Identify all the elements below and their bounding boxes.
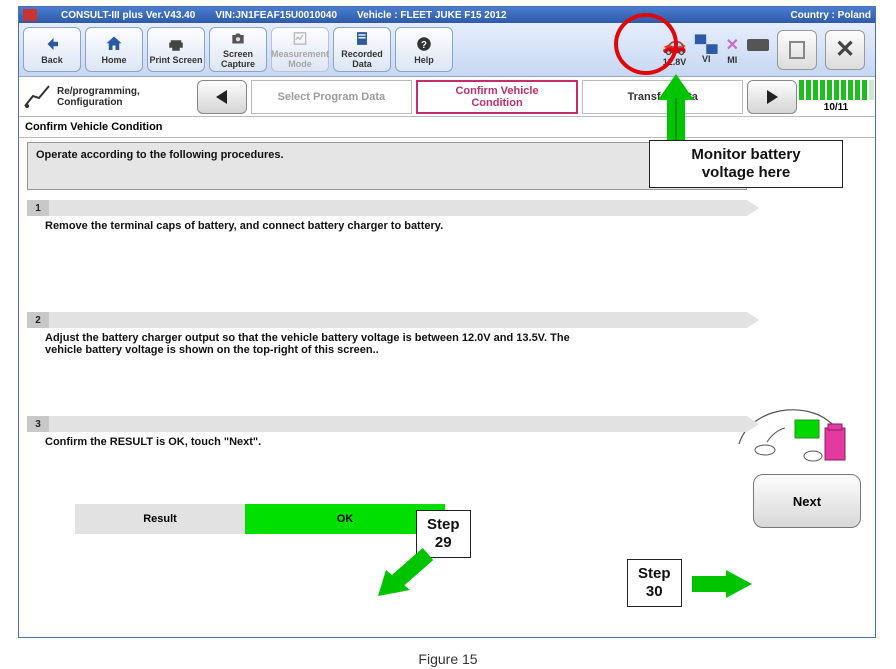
title-bar: CONSULT-III plus Ver.V43.40 VIN:JN1FEAF1…	[19, 7, 875, 23]
annotation-step-29-text: Step 29	[427, 516, 460, 551]
toolbar-square-button[interactable]	[777, 30, 817, 70]
home-label: Home	[101, 55, 126, 65]
step-2: 2 Adjust the battery charger output so t…	[27, 312, 747, 356]
measure-label: Measurement Mode	[271, 49, 329, 69]
help-icon: ?	[414, 35, 434, 53]
workflow-root: Re/programming, Configuration	[23, 84, 193, 110]
help-button[interactable]: ? Help	[395, 27, 453, 72]
back-button[interactable]: Back	[23, 27, 81, 72]
titlebar-text-3: Vehicle : FLEET JUKE F15 2012	[357, 10, 507, 21]
step-chevron-bar	[49, 312, 747, 328]
annotation-monitor-battery-text: Monitor battery voltage here	[691, 146, 800, 181]
back-arrow-icon	[42, 35, 62, 53]
instruction-text: Operate according to the following proce…	[36, 149, 284, 161]
print-screen-button[interactable]: Print Screen	[147, 27, 205, 72]
workflow-breadcrumb: Re/programming, Configuration Select Pro…	[19, 77, 875, 117]
home-icon	[104, 35, 124, 53]
step-chevron-bar	[49, 200, 747, 216]
section-header: Confirm Vehicle Condition	[19, 117, 875, 138]
capture-label: Screen Capture	[221, 49, 255, 69]
step-1-number: 1	[27, 200, 49, 216]
triangle-left-icon	[213, 88, 231, 106]
recorded-data-icon	[352, 30, 372, 47]
result-value-text: OK	[337, 513, 354, 525]
close-button[interactable]: ✕	[825, 30, 865, 70]
annotation-arrow-step-29	[370, 548, 440, 604]
figure-caption: Figure 15	[0, 651, 896, 667]
annotation-step-30-box: Step 30	[627, 559, 682, 607]
mi-label: MI	[727, 55, 737, 65]
next-button[interactable]: Next	[753, 474, 861, 528]
recorded-label: Recorded Data	[341, 49, 383, 69]
svg-text:?: ?	[421, 39, 427, 50]
step-3: 3 Confirm the RESULT is OK, touch "Next"…	[27, 416, 747, 448]
home-button[interactable]: Home	[85, 27, 143, 72]
result-value: OK	[245, 504, 445, 534]
vi-indicator: ▀▄ VI	[695, 36, 718, 64]
print-label: Print Screen	[149, 55, 202, 65]
vi-device-icon: ▀▄	[695, 36, 718, 54]
step-3-text: Confirm the RESULT is OK, touch "Next".	[45, 436, 747, 448]
vi-label: VI	[702, 54, 711, 64]
annotation-step-30-text: Step 30	[638, 565, 671, 600]
annotation-arrow-step-30	[688, 566, 758, 602]
annotation-arrow-to-battery-voltage	[636, 70, 716, 146]
screen-capture-button[interactable]: Screen Capture	[209, 27, 267, 72]
breadcrumb-prev-button[interactable]	[197, 80, 247, 114]
workflow-progress: 10/11	[801, 80, 871, 113]
titlebar-text-1: CONSULT-III plus Ver.V43.40	[61, 10, 195, 21]
step-2-text: Adjust the battery charger output so tha…	[45, 332, 605, 356]
workflow-root-label: Re/programming, Configuration	[57, 86, 140, 108]
result-label-text: Result	[143, 513, 177, 525]
close-icon: ✕	[835, 35, 855, 64]
help-label: Help	[414, 55, 434, 65]
bc-active-label: Confirm Vehicle Condition	[455, 85, 538, 109]
back-label: Back	[41, 55, 63, 65]
step-1: 1 Remove the terminal caps of battery, a…	[27, 200, 747, 232]
camera-icon	[228, 30, 248, 47]
breadcrumb-next-button[interactable]	[747, 80, 797, 114]
step-chevron-bar	[49, 416, 747, 432]
recorded-data-button[interactable]: Recorded Data	[333, 27, 391, 72]
next-button-label: Next	[793, 494, 821, 509]
battery-icon	[747, 39, 769, 51]
measurement-icon	[290, 30, 310, 47]
main-toolbar: Back Home Print Screen Screen Capture Me…	[19, 23, 875, 77]
reprogramming-icon	[23, 84, 53, 110]
step-2-number: 2	[27, 312, 49, 328]
section-title: Confirm Vehicle Condition	[25, 121, 163, 133]
annotation-monitor-battery-box: Monitor battery voltage here	[649, 140, 843, 188]
content-area: Operate according to the following proce…	[19, 138, 875, 542]
figure-caption-text: Figure 15	[418, 651, 477, 667]
blank-sheet-icon	[787, 40, 807, 60]
progress-bars-icon	[799, 80, 874, 100]
titlebar-text-4: Country : Poland	[790, 10, 871, 21]
triangle-right-icon	[763, 88, 781, 106]
mi-indicator: ✕ MI	[726, 35, 739, 65]
step-1-text: Remove the terminal caps of battery, and…	[45, 220, 747, 232]
progress-text: 10/11	[824, 102, 848, 113]
breadcrumb-step-select-program-data: Select Program Data	[251, 80, 412, 114]
step-3-number: 3	[27, 416, 49, 432]
bc-prev-label: Select Program Data	[278, 91, 386, 103]
instruction-box: Operate according to the following proce…	[27, 142, 747, 190]
status-group: 🚗 12.8V ▀▄ VI ✕ MI ✕	[656, 27, 871, 72]
titlebar-text-2: VIN:JN1FEAF15U0010040	[215, 10, 337, 21]
mi-x-icon: ✕	[726, 35, 739, 55]
printer-icon	[166, 35, 186, 53]
result-label: Result	[75, 504, 245, 534]
annotation-battery-voltage-circle	[614, 13, 678, 75]
breadcrumb-step-confirm-vehicle-condition: Confirm Vehicle Condition	[416, 80, 579, 114]
battery-level-indicator	[747, 39, 769, 61]
measurement-mode-button: Measurement Mode	[271, 27, 329, 72]
app-logo-icon	[23, 9, 37, 21]
